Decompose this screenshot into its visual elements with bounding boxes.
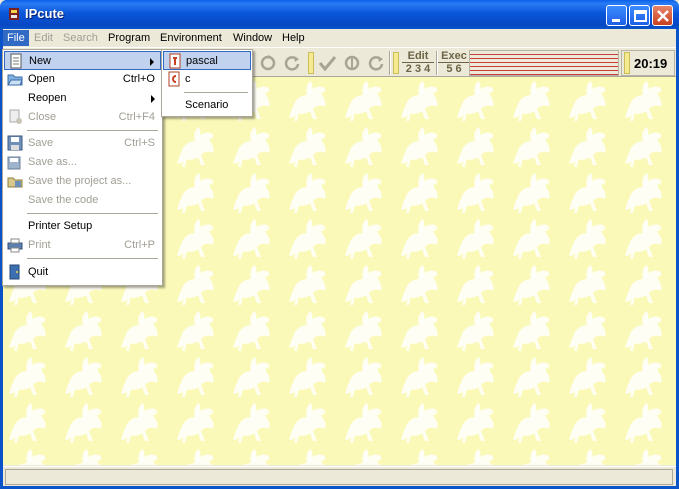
menu-item-print[interactable]: Print Ctrl+P <box>4 236 161 255</box>
window-title: IPcute <box>25 6 65 21</box>
close-icon <box>657 10 669 22</box>
menu-environment[interactable]: Environment <box>156 30 226 46</box>
menu-item-save-code[interactable]: Save the code <box>4 191 161 210</box>
submenu-arrow-icon <box>151 95 155 103</box>
new-document-icon <box>8 53 24 69</box>
submenu-item-c[interactable]: c <box>163 70 251 89</box>
toolbar-handle[interactable] <box>624 52 630 74</box>
toolbar-handle[interactable] <box>393 52 399 74</box>
refresh-icon[interactable] <box>365 52 387 74</box>
minimize-icon <box>612 19 620 22</box>
menu-item-new[interactable]: New <box>4 51 161 70</box>
menu-item-reopen[interactable]: Reopen <box>4 89 161 108</box>
exec-numbers: 5 6 <box>446 63 462 75</box>
step-icon[interactable] <box>341 52 363 74</box>
submenu-item-scenario[interactable]: Scenario <box>163 96 251 115</box>
new-submenu: pascal c Scenario <box>161 49 253 117</box>
menu-item-save-as[interactable]: Save as... <box>4 153 161 172</box>
menu-item-save[interactable]: Save Ctrl+S <box>4 134 161 153</box>
toolbar-separator <box>436 51 437 75</box>
floppy-disk-icon <box>7 135 23 151</box>
menu-search[interactable]: Search <box>59 30 102 46</box>
undo-icon[interactable] <box>257 52 279 74</box>
status-bar <box>3 466 676 486</box>
quit-door-icon <box>7 264 23 280</box>
app-icon <box>6 6 22 22</box>
maximize-icon <box>634 10 647 22</box>
menu-separator <box>27 130 158 131</box>
maximize-button[interactable] <box>629 5 650 26</box>
save-project-icon <box>7 173 23 189</box>
menu-separator <box>27 213 158 214</box>
menu-item-printer-setup[interactable]: Printer Setup <box>4 217 161 236</box>
close-document-icon <box>7 109 23 125</box>
check-icon[interactable] <box>316 52 338 74</box>
edit-level-group[interactable]: Edit 2 3 4 <box>402 50 434 76</box>
menu-item-save-project-as[interactable]: Save the project as... <box>4 172 161 191</box>
menu-item-quit[interactable]: Quit <box>4 263 161 282</box>
menu-bar: File Edit Search Program Environment Win… <box>3 29 676 47</box>
submenu-item-pascal[interactable]: pascal <box>163 51 251 70</box>
close-button[interactable] <box>652 5 673 26</box>
edit-label: Edit <box>402 50 434 63</box>
clock: 20:19 <box>634 56 668 71</box>
exec-level-group[interactable]: Exec 5 6 <box>438 50 470 76</box>
menu-program[interactable]: Program <box>104 30 154 46</box>
menu-window[interactable]: Window <box>229 30 276 46</box>
toolbar-handle[interactable] <box>308 52 314 74</box>
open-folder-icon <box>7 71 23 87</box>
menu-file[interactable]: File <box>3 30 29 46</box>
status-stripe-panel <box>469 50 619 76</box>
submenu-arrow-icon <box>150 58 154 66</box>
exec-label: Exec <box>438 50 470 63</box>
menu-separator <box>27 258 158 259</box>
menu-separator <box>184 92 248 93</box>
edit-numbers: 2 3 4 <box>405 63 431 75</box>
minimize-button[interactable] <box>606 5 627 26</box>
c-file-icon <box>166 71 182 87</box>
toolbar-separator <box>389 51 390 75</box>
redo-icon[interactable] <box>281 52 303 74</box>
clock-panel: 20:19 <box>621 50 675 76</box>
printer-icon <box>7 237 23 253</box>
menu-edit[interactable]: Edit <box>30 30 57 46</box>
file-menu-dropdown: New Open Ctrl+O Reopen Close Ctrl+F4 Sav… <box>2 49 163 286</box>
pascal-file-icon <box>167 53 183 69</box>
menu-item-open[interactable]: Open Ctrl+O <box>4 70 161 89</box>
save-as-icon <box>7 154 23 170</box>
status-field <box>5 469 673 485</box>
title-bar[interactable]: IPcute <box>0 0 679 29</box>
menu-help[interactable]: Help <box>278 30 309 46</box>
menu-item-close[interactable]: Close Ctrl+F4 <box>4 108 161 127</box>
